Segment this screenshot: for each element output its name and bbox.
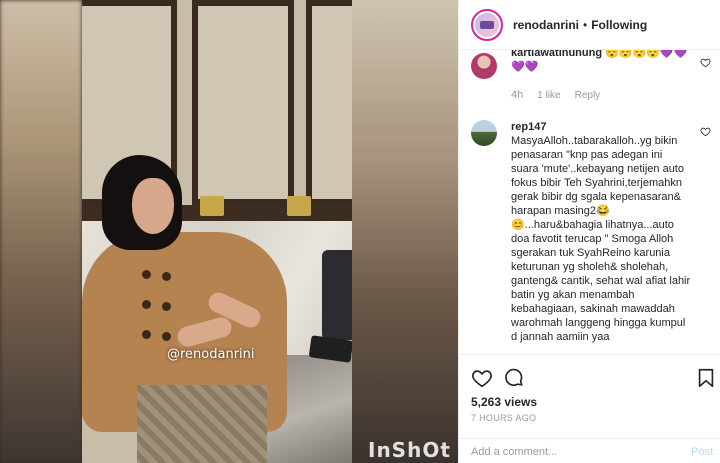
wall-panel (192, 0, 294, 205)
jacket-button (142, 300, 151, 309)
inshot-logo: InShOt (368, 438, 451, 462)
commenter-username[interactable]: rep147 (511, 120, 691, 134)
comment-like-heart-icon[interactable] (700, 57, 711, 68)
comments-list[interactable]: kartiawatinunung 😴😴😴😴💜💜💜💜 4h 1 like Repl… (459, 50, 720, 354)
header-separator: • (583, 17, 588, 32)
video-blur-left (0, 0, 82, 463)
post-comment-button[interactable]: Post (691, 446, 713, 458)
person-face (132, 178, 174, 234)
following-button[interactable]: Following (591, 18, 647, 32)
post-timestamp: 7 HOURS AGO (471, 413, 537, 423)
comment-body: rep147 MasyaAlloh..tabarakalloh..yg biki… (511, 120, 691, 344)
post-actions: 5,263 views 7 HOURS AGO (459, 354, 720, 434)
jacket-button (162, 272, 171, 281)
post-header: renodanrini • Following (459, 0, 720, 50)
reply-button[interactable]: Reply (575, 90, 601, 101)
video-watermark: @renodanrini (167, 347, 255, 362)
video-blur-right (352, 0, 458, 463)
comment-like-heart-icon[interactable] (700, 126, 711, 137)
gold-ornament (287, 196, 311, 216)
comment-input[interactable] (471, 446, 671, 458)
author-avatar[interactable] (471, 8, 503, 41)
jacket-button (162, 302, 171, 311)
comment-meta: 4h 1 like Reply (511, 89, 600, 101)
comment-text: MasyaAlloh..tabarakalloh..yg bikin penas… (511, 135, 691, 343)
post-media[interactable]: @renodanrini InShOt (0, 0, 458, 463)
jacket-button (142, 330, 151, 339)
gold-ornament (200, 196, 224, 216)
comment-item: rep147 MasyaAlloh..tabarakalloh..yg biki… (471, 120, 711, 354)
commenter-avatar[interactable] (471, 120, 497, 146)
commenter-username[interactable]: kartiawatinunung (511, 50, 602, 59)
chair (322, 250, 352, 340)
bookmark-icon[interactable] (695, 367, 717, 389)
comment-time: 4h (511, 89, 524, 101)
author-username[interactable]: renodanrini (513, 18, 579, 32)
jacket-button (162, 332, 171, 341)
person-skirt (137, 385, 267, 463)
heart-icon[interactable] (471, 367, 493, 389)
view-count[interactable]: 5,263 views (471, 395, 537, 409)
comment-likes[interactable]: 1 like (537, 90, 560, 101)
comment-icon[interactable] (503, 367, 525, 389)
post-side-panel: renodanrini • Following kartiawatinunung… (458, 0, 720, 463)
jacket-button (142, 270, 151, 279)
comment-body: kartiawatinunung 😴😴😴😴💜💜💜💜 (511, 50, 691, 74)
video-frame[interactable]: @renodanrini (82, 0, 352, 463)
wall-panel (306, 0, 352, 205)
comment-item: kartiawatinunung 😴😴😴😴💜💜💜💜 4h 1 like Repl… (471, 50, 711, 110)
author-avatar-image (475, 12, 499, 37)
commenter-avatar[interactable] (471, 53, 497, 79)
comment-composer: Post (459, 438, 720, 463)
